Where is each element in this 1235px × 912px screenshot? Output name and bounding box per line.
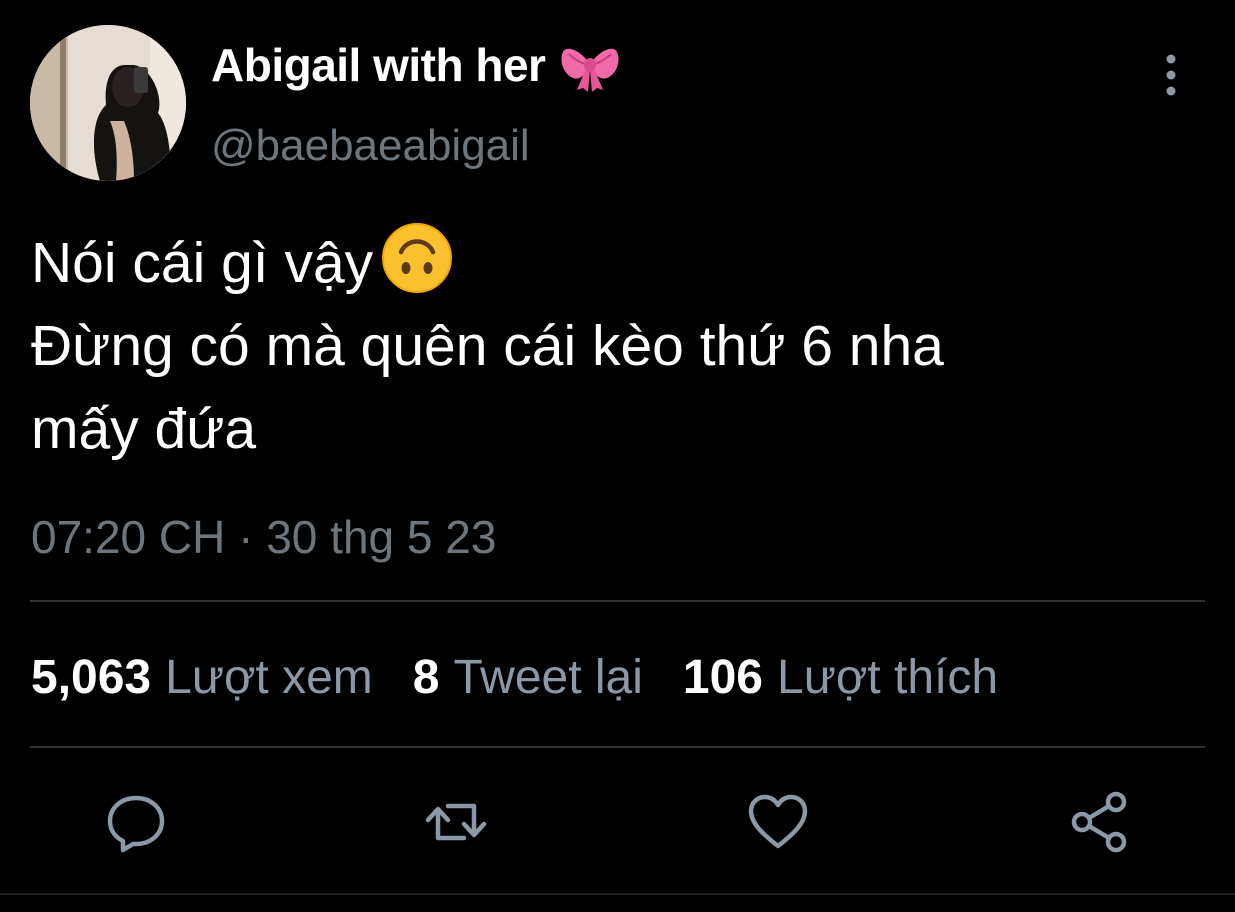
reply-icon[interactable] (104, 790, 168, 854)
display-name-row[interactable]: Abigail with her (211, 38, 621, 92)
divider (30, 600, 1205, 602)
heart-icon[interactable] (746, 790, 810, 854)
views-stat: 5,063 Lượt xem (31, 650, 373, 705)
tweet-text: Nói cái gì vậy Đừng có mà quên cái kèo t… (31, 222, 944, 471)
more-options-icon[interactable] (1156, 52, 1186, 98)
likes-label: Lượt thích (777, 651, 999, 704)
user-handle[interactable]: @baebaeabigail (211, 121, 530, 171)
tweet-line: mấy đứa (31, 397, 257, 461)
likes-count: 106 (682, 651, 763, 704)
tweet-line: Đừng có mà quên cái kèo thứ 6 nha (31, 314, 944, 378)
avatar[interactable] (30, 25, 186, 181)
retweet-icon[interactable] (424, 790, 488, 854)
bottom-divider (0, 893, 1235, 895)
views-count: 5,063 (31, 651, 152, 704)
divider (30, 746, 1205, 748)
retweets-stat[interactable]: 8 Tweet lại (413, 650, 643, 705)
upside-down-face-icon (382, 223, 453, 293)
retweets-label: Tweet lại (453, 651, 643, 704)
tweet-detail: Abigail with her @baebaeabigail Nói cái … (0, 0, 1235, 912)
tweet-timestamp[interactable]: 07:20 CH · 30 thg 5 23 (31, 510, 496, 564)
likes-stat[interactable]: 106 Lượt thích (683, 650, 998, 705)
share-icon[interactable] (1068, 790, 1132, 854)
engagement-stats: 5,063 Lượt xem 8 Tweet lại 106 Lượt thích (31, 650, 998, 705)
display-name: Abigail with her (211, 39, 546, 91)
retweets-count: 8 (412, 651, 440, 704)
views-label: Lượt xem (165, 651, 373, 704)
ribbon-bow-icon (561, 48, 620, 92)
tweet-line: Nói cái gì vậy (31, 222, 944, 305)
